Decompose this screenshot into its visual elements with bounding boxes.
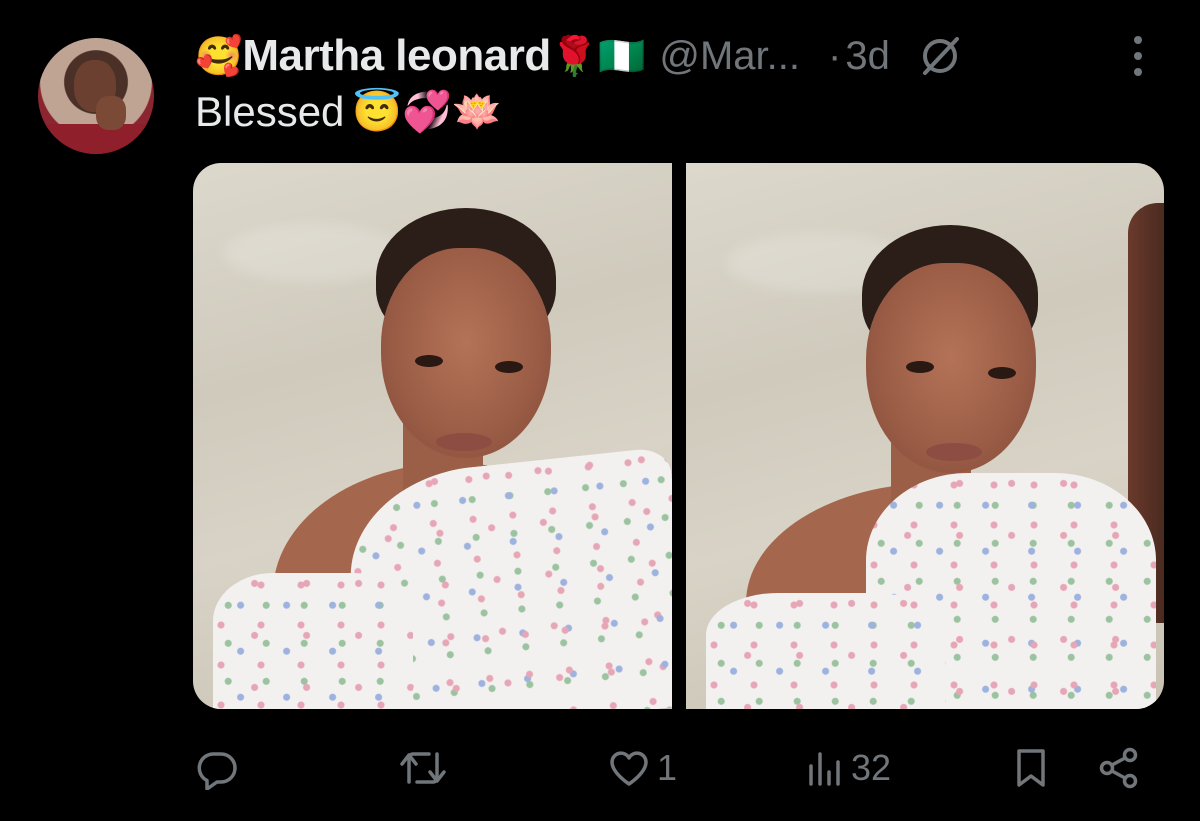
reply-icon [195,746,239,790]
views-count: 32 [851,747,892,788]
tweet-text: Blessed 😇💞🪷 [195,88,502,136]
media-grid [193,163,1164,709]
reply-button[interactable] [195,738,245,798]
retweet-icon [399,746,447,790]
more-icon[interactable] [1126,36,1150,76]
avatar[interactable] [38,38,154,154]
name-prefix-emoji: 🥰 [195,34,243,78]
photo-2[interactable] [685,163,1164,709]
action-bar: 1 32 [193,738,1153,798]
like-count: 1 [657,747,678,788]
bookmark-button[interactable] [1011,738,1051,798]
bookmark-icon [1011,746,1051,790]
separator: · [828,33,842,78]
share-icon [1097,746,1141,790]
photo-1[interactable] [193,163,672,709]
share-button[interactable] [1097,738,1141,798]
tweet-text-body: Blessed [195,88,345,135]
tweet-emojis: 😇💞🪷 [352,90,502,134]
views-button[interactable]: 32 [805,738,891,798]
timestamp[interactable]: 3d [845,34,890,79]
tweet-header: 🥰 Martha leonard 🌹 🇳🇬 @Mar... · 3d [195,28,1160,84]
grok-icon[interactable] [914,30,966,82]
author-name[interactable]: Martha leonard [242,31,551,81]
flag-emoji: 🇳🇬 [598,34,646,78]
like-icon [607,746,651,790]
views-icon [805,746,845,790]
rose-emoji: 🌹 [550,34,599,78]
author-handle[interactable]: @Mar... [659,34,800,79]
like-button[interactable]: 1 [607,738,677,798]
retweet-button[interactable] [399,738,453,798]
